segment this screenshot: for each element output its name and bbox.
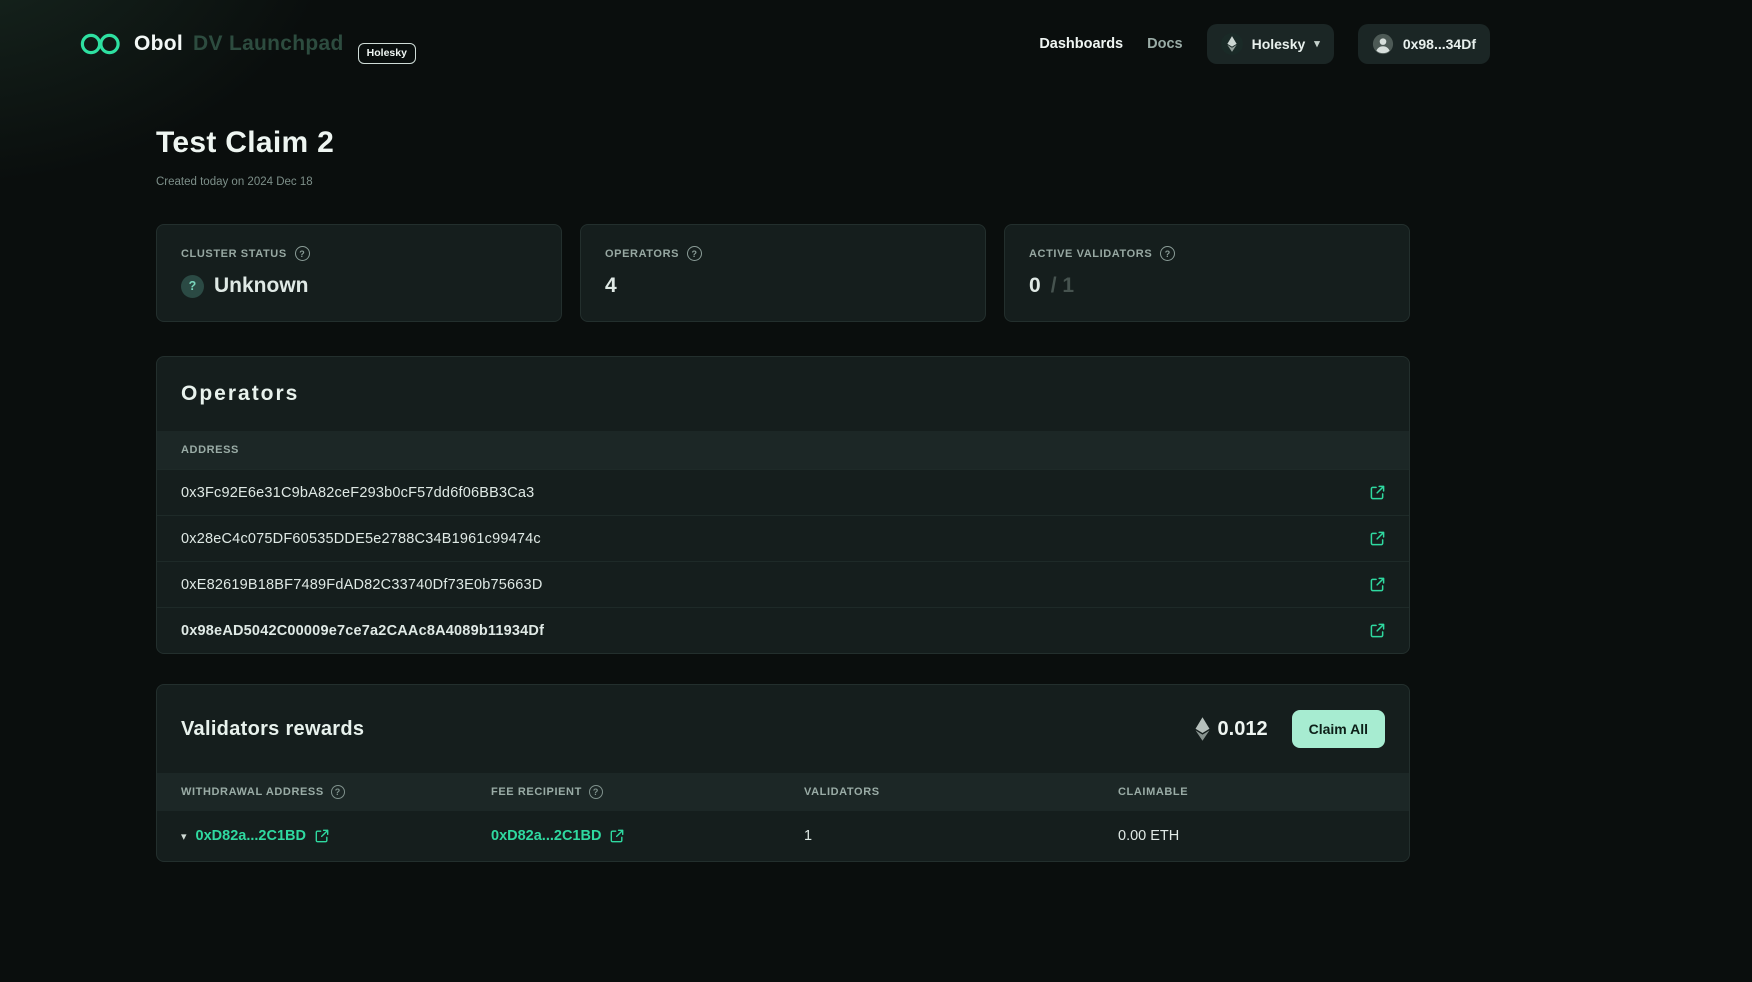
stat-label: ACTIVE VALIDATORS <box>1029 248 1152 260</box>
header-nav: Dashboards Docs Holesky ▾ 0x98...34Df <box>1039 24 1490 64</box>
network-selector[interactable]: Holesky ▾ <box>1207 24 1334 64</box>
table-row: 0x3Fc92E6e31C9bA82ceF293b0cF57dd6f06BB3C… <box>157 469 1409 515</box>
column-fee-recipient: FEE RECIPIENT <box>491 786 582 798</box>
wallet-address-label: 0x98...34Df <box>1403 36 1476 52</box>
brand[interactable]: Obol DV Launchpad Holesky <box>78 31 416 57</box>
stat-label: OPERATORS <box>605 248 679 260</box>
help-icon[interactable]: ? <box>1160 246 1175 261</box>
column-validators: VALIDATORS <box>804 786 880 798</box>
external-link-icon[interactable] <box>315 829 329 843</box>
operator-address: 0x98eAD5042C00009e7ce7a2CAAc8A4089b11934… <box>181 623 544 639</box>
stats-row: CLUSTER STATUS ? ? Unknown OPERATORS ? 4… <box>156 224 1410 322</box>
stat-card-active-validators: ACTIVE VALIDATORS ? 0 / 1 <box>1004 224 1410 322</box>
obol-logo-icon <box>78 31 124 57</box>
fee-recipient-link[interactable]: 0xD82a...2C1BD <box>491 828 601 844</box>
external-link-icon[interactable] <box>1370 531 1385 546</box>
main-content: Test Claim 2 Created today on 2024 Dec 1… <box>156 126 1410 862</box>
chevron-down-icon: ▾ <box>1314 39 1320 50</box>
table-row: 0x28eC4c075DF60535DDE5e2788C34B1961c9947… <box>157 515 1409 561</box>
external-link-icon[interactable] <box>610 829 624 843</box>
wallet-button[interactable]: 0x98...34Df <box>1358 24 1490 64</box>
external-link-icon[interactable] <box>1370 485 1385 500</box>
stat-label: CLUSTER STATUS <box>181 248 287 260</box>
rewards-row: ▾ 0xD82a...2C1BD 0xD82a...2C1BD <box>157 811 1409 861</box>
external-link-icon[interactable] <box>1370 577 1385 592</box>
nav-docs[interactable]: Docs <box>1147 36 1182 52</box>
operators-table-header: ADDRESS <box>157 431 1409 469</box>
table-row: 0xE82619B18BF7489FdAD82C33740Df73E0b7566… <box>157 561 1409 607</box>
nav-dashboards[interactable]: Dashboards <box>1039 36 1123 52</box>
withdrawal-address-link[interactable]: 0xD82a...2C1BD <box>196 828 306 844</box>
column-withdrawal-address: WITHDRAWAL ADDRESS <box>181 786 324 798</box>
operators-panel: Operators ADDRESS 0x3Fc92E6e31C9bA82ceF2… <box>156 356 1410 654</box>
network-selector-label: Holesky <box>1252 36 1306 52</box>
operators-title: Operators <box>181 382 299 406</box>
stat-card-operators: OPERATORS ? 4 <box>580 224 986 322</box>
operator-address: 0x3Fc92E6e31C9bA82ceF293b0cF57dd6f06BB3C… <box>181 485 534 501</box>
help-icon[interactable]: ? <box>687 246 702 261</box>
validators-count: 1 <box>804 828 812 844</box>
stat-value: 0 <box>1029 274 1041 298</box>
stat-total: / 1 <box>1051 274 1074 298</box>
claim-all-button[interactable]: Claim All <box>1292 710 1385 748</box>
ethereum-icon <box>1221 33 1243 55</box>
help-icon[interactable]: ? <box>589 785 603 799</box>
brand-product: DV Launchpad <box>193 32 344 56</box>
stat-value: Unknown <box>214 274 309 298</box>
page-title: Test Claim 2 <box>156 126 1410 160</box>
network-badge: Holesky <box>358 43 416 64</box>
rewards-total-value: 0.012 <box>1218 718 1268 741</box>
ethereum-icon <box>1195 717 1210 741</box>
help-icon[interactable]: ? <box>295 246 310 261</box>
table-row-current-user: 0x98eAD5042C00009e7ce7a2CAAc8A4089b11934… <box>157 607 1409 653</box>
account-icon <box>1372 33 1394 55</box>
operator-address: 0xE82619B18BF7489FdAD82C33740Df73E0b7566… <box>181 577 543 593</box>
rewards-total: 0.012 <box>1195 717 1268 741</box>
stat-card-cluster-status: CLUSTER STATUS ? ? Unknown <box>156 224 562 322</box>
operator-address: 0x28eC4c075DF60535DDE5e2788C34B1961c9947… <box>181 531 541 547</box>
claimable-amount: 0.00 ETH <box>1118 828 1179 844</box>
expand-chevron-icon[interactable]: ▾ <box>181 830 187 843</box>
column-claimable: CLAIMABLE <box>1118 786 1188 798</box>
rewards-panel: Validators rewards 0.012 Claim All WITHD… <box>156 684 1410 862</box>
stat-value: 4 <box>605 274 617 298</box>
unknown-status-icon: ? <box>181 275 204 298</box>
rewards-table-header: WITHDRAWAL ADDRESS ? FEE RECIPIENT ? VAL… <box>157 773 1409 811</box>
external-link-icon[interactable] <box>1370 623 1385 638</box>
header: Obol DV Launchpad Holesky Dashboards Doc… <box>0 0 1752 88</box>
page-subtitle: Created today on 2024 Dec 18 <box>156 176 1410 188</box>
help-icon[interactable]: ? <box>331 785 345 799</box>
column-address: ADDRESS <box>181 444 239 456</box>
brand-name: Obol <box>134 32 183 56</box>
rewards-title: Validators rewards <box>181 718 364 741</box>
